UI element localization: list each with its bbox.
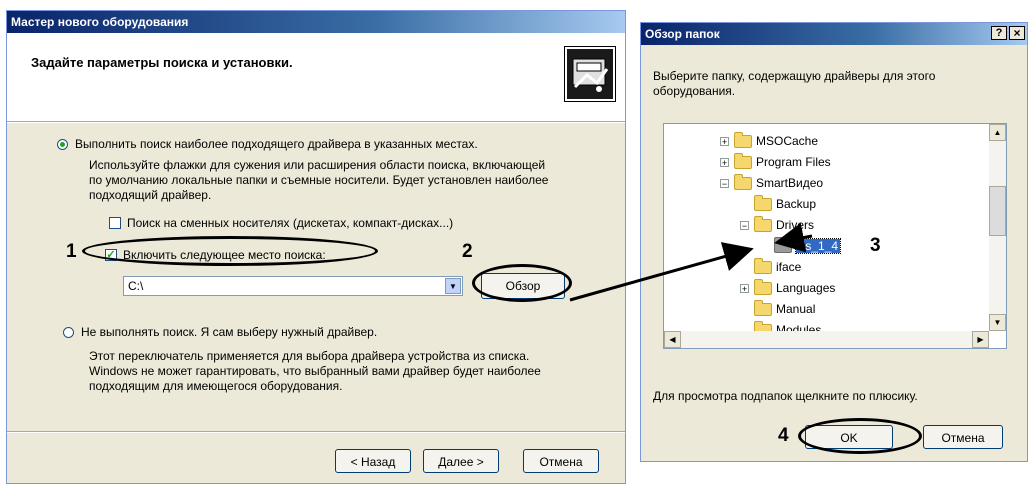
folder-icon xyxy=(734,152,752,169)
tree-item-label[interactable]: Fs_1_4 xyxy=(794,238,842,254)
folder-icon xyxy=(754,278,772,295)
browse-instruction-2: оборудования. xyxy=(653,84,736,98)
expand-icon[interactable]: + xyxy=(740,283,749,293)
collapse-icon[interactable]: − xyxy=(720,178,729,188)
folder-tree[interactable]: + MSOCache + Program Files − SmartВидео Backup… xyxy=(663,123,1007,349)
wizard-titlebar: Мастер нового оборудования xyxy=(7,11,625,33)
scroll-thumb[interactable] xyxy=(989,186,1006,236)
path-combobox[interactable]: C:\ ▼ xyxy=(123,276,463,296)
nosearch-description-3: подходящим для имеющегося оборудования. xyxy=(89,379,343,393)
nosearch-description-1: Этот переключатель применяется для выбор… xyxy=(89,349,530,363)
tree-item-label[interactable]: iface xyxy=(776,260,801,274)
annotation-number-2: 2 xyxy=(462,241,473,262)
search-radio[interactable] xyxy=(57,139,68,150)
tree-item-label[interactable]: Languages xyxy=(776,281,835,295)
wizard-header-separator xyxy=(7,121,625,123)
browse-instruction-1: Выберите папку, содержащую драйверы для … xyxy=(653,69,936,83)
removable-media-label[interactable]: Поиск на сменных носителях (дискетах, ко… xyxy=(127,216,453,231)
tree-item-label[interactable]: Program Files xyxy=(756,155,831,169)
nosearch-radio-label[interactable]: Не выполнять поиск. Я сам выберу нужный … xyxy=(81,325,377,340)
nosearch-radio[interactable] xyxy=(63,327,74,338)
annotation-number-3: 3 xyxy=(870,235,881,256)
folder-icon xyxy=(754,194,772,211)
tree-item-label[interactable]: Manual xyxy=(776,302,815,316)
close-button[interactable]: × xyxy=(1009,26,1025,40)
scroll-left-icon[interactable]: ◀ xyxy=(664,331,681,348)
search-description-3: подходящий драйвер. xyxy=(89,188,212,202)
tree-item-languages[interactable]: + Languages xyxy=(740,278,835,297)
browse-dialog: Обзор папок ? × Выберите папку, содержащ… xyxy=(640,22,1028,462)
annotation-oval-1 xyxy=(82,236,378,266)
browse-titlebar: Обзор папок xyxy=(641,23,1027,45)
tree-item-label[interactable]: SmartВидео xyxy=(756,176,823,190)
browse-cancel-button[interactable]: Отмена xyxy=(923,425,1003,449)
tree-item-iface[interactable]: iface xyxy=(740,257,801,276)
tree-item-program-files[interactable]: + Program Files xyxy=(720,152,831,171)
tree-item-label[interactable]: Backup xyxy=(776,197,816,211)
tree-item-fs-1-4[interactable]: Fs_1_4 xyxy=(760,236,842,255)
folder-icon xyxy=(754,299,772,316)
tree-item-msocache[interactable]: + MSOCache xyxy=(720,131,818,150)
tree-item-drivers[interactable]: − Drivers xyxy=(740,215,814,234)
dropdown-arrow-icon[interactable]: ▼ xyxy=(445,278,461,294)
search-radio-label[interactable]: Выполнить поиск наиболее подходящего дра… xyxy=(75,137,478,152)
folder-icon xyxy=(754,215,772,232)
scroll-down-icon[interactable]: ▼ xyxy=(989,314,1006,331)
wizard-cancel-button[interactable]: Отмена xyxy=(523,449,599,473)
browse-hint: Для просмотра подпапок щелкните по плюси… xyxy=(653,389,918,403)
scroll-right-icon[interactable]: ▶ xyxy=(972,331,989,348)
annotation-oval-2 xyxy=(472,264,572,302)
folder-icon xyxy=(734,173,752,190)
wizard-header-title: Задайте параметры поиска и установки. xyxy=(31,55,293,70)
scroll-up-icon[interactable]: ▲ xyxy=(989,124,1006,141)
vertical-scrollbar[interactable]: ▲ ▼ xyxy=(989,124,1006,331)
annotation-number-1: 1 xyxy=(66,241,77,262)
path-value[interactable]: C:\ xyxy=(128,279,143,293)
tree-item-label[interactable]: MSOCache xyxy=(756,134,818,148)
expand-icon[interactable]: + xyxy=(720,136,729,146)
hardware-icon xyxy=(565,47,615,101)
wizard-footer-separator xyxy=(7,431,625,433)
tree-item-smartвидео[interactable]: − SmartВидео xyxy=(720,173,823,192)
annotation-number-4: 4 xyxy=(778,425,789,446)
folder-icon xyxy=(774,236,792,253)
folder-icon xyxy=(734,131,752,148)
expand-icon[interactable]: + xyxy=(720,157,729,167)
search-description-1: Используйте флажки для сужения или расши… xyxy=(89,158,546,172)
collapse-icon[interactable]: − xyxy=(740,220,749,230)
annotation-oval-4 xyxy=(798,418,922,454)
horizontal-scrollbar[interactable]: ◀ ▶ xyxy=(664,331,989,348)
wizard-header: Задайте параметры поиска и установки. xyxy=(7,33,625,121)
search-description-2: по умолчанию локальные папки и съемные н… xyxy=(89,173,549,187)
tree-item-backup[interactable]: Backup xyxy=(740,194,816,213)
nosearch-description-2: Windows не может гарантировать, что выбр… xyxy=(89,364,541,378)
removable-media-checkbox[interactable] xyxy=(109,217,121,229)
help-button[interactable]: ? xyxy=(991,26,1007,40)
tree-item-label[interactable]: Drivers xyxy=(776,218,814,232)
back-button[interactable]: < Назад xyxy=(335,449,411,473)
folder-icon xyxy=(754,257,772,274)
next-button[interactable]: Далее > xyxy=(423,449,499,473)
tree-item-manual[interactable]: Manual xyxy=(740,299,815,318)
